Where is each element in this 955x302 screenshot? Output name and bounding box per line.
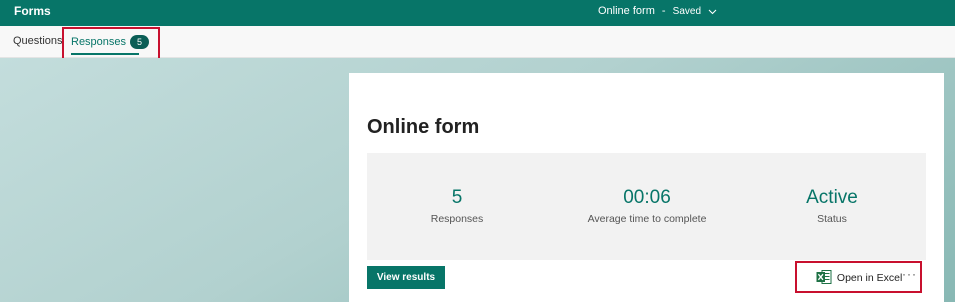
stat-label: Responses — [430, 213, 484, 225]
stat-status: Active Status — [732, 187, 932, 225]
save-status: Saved — [672, 6, 702, 17]
stat-label: Status — [817, 213, 847, 225]
tab-questions[interactable]: Questions — [13, 35, 63, 47]
document-title: Online form — [598, 5, 655, 17]
chevron-down-icon — [708, 6, 717, 18]
top-bar: Forms Online form - Saved — [0, 0, 955, 26]
highlight-box-excel — [795, 261, 922, 293]
document-title-menu[interactable]: Online form - Saved — [598, 5, 717, 18]
highlight-box-responses — [62, 27, 160, 62]
stat-value: 5 — [451, 187, 463, 208]
stat-average-time: 00:06 Average time to complete — [547, 187, 747, 225]
stat-value: Active — [806, 187, 858, 208]
summary-stats: 5 Responses 00:06 Average time to comple… — [367, 153, 926, 260]
stat-responses: 5 Responses — [357, 187, 557, 225]
form-title: Online form — [367, 116, 480, 138]
stat-label: Average time to complete — [587, 213, 707, 225]
stat-value: 00:06 — [623, 187, 671, 208]
app-name[interactable]: Forms — [14, 4, 51, 18]
title-separator: - — [661, 5, 666, 17]
view-results-button[interactable]: View results — [367, 266, 445, 289]
